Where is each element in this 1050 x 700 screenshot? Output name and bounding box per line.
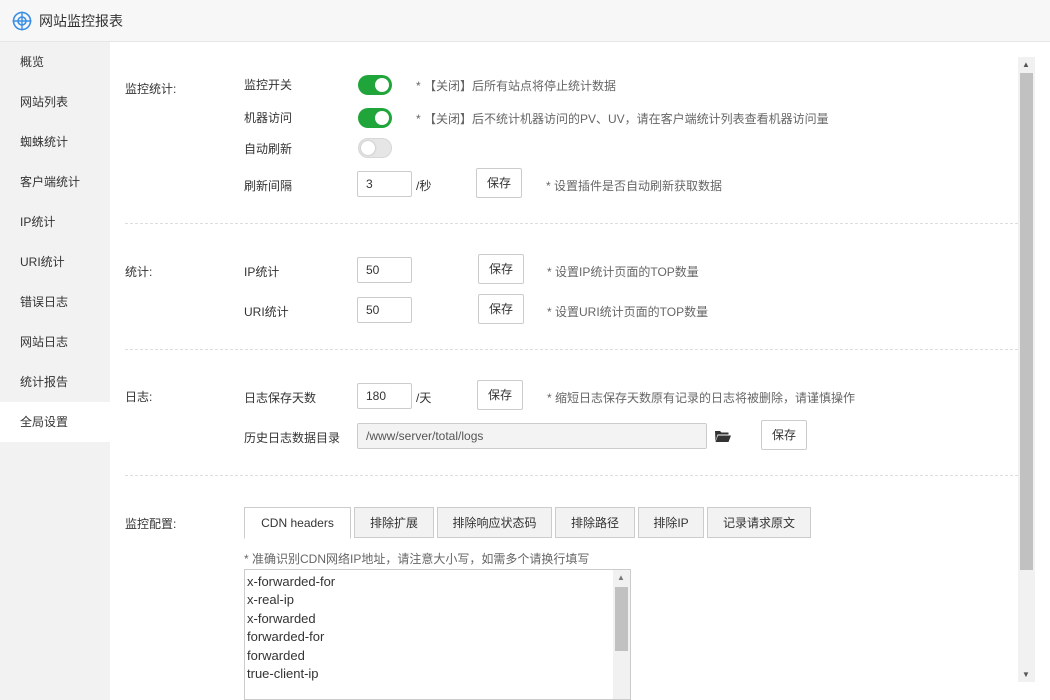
ip-top-input[interactable]: 50 — [357, 257, 412, 283]
textarea-line: forwarded — [247, 647, 305, 663]
log-days-save-button[interactable]: 保存 — [477, 380, 523, 410]
config-section-label: 监控配置: — [125, 517, 177, 531]
tab-cdn-headers[interactable]: CDN headers — [244, 507, 351, 539]
textarea-line: true-client-ip — [247, 666, 319, 682]
tab-exclude-status[interactable]: 排除响应状态码 — [437, 507, 552, 538]
tab-record-request[interactable]: 记录请求原文 — [707, 507, 811, 538]
sidebar-item-spider-stats[interactable]: 蜘蛛统计 — [0, 122, 110, 162]
textarea-line: x-forwarded — [247, 610, 316, 626]
section-divider — [125, 349, 1018, 350]
log-dir-label: 历史日志数据目录 — [244, 431, 341, 445]
refresh-interval-hint: * 设置插件是否自动刷新获取数据 — [546, 179, 723, 193]
tab-exclude-ext[interactable]: 排除扩展 — [354, 507, 434, 538]
uri-top-save-button[interactable]: 保存 — [478, 294, 524, 324]
textarea-line: x-forwarded-for — [247, 574, 336, 589]
sidebar-item-error-log[interactable]: 错误日志 — [0, 282, 110, 322]
monitor-section-label: 监控统计: — [125, 82, 177, 96]
textarea-scrollbar[interactable]: ▲ — [613, 570, 630, 699]
scroll-down-arrow-icon[interactable]: ▼ — [1022, 670, 1030, 679]
refresh-interval-unit: /秒 — [416, 179, 432, 193]
log-days-unit: /天 — [416, 391, 432, 405]
monitor-logo-icon — [12, 11, 32, 30]
logs-section-label: 日志: — [125, 390, 153, 404]
scroll-up-arrow-icon[interactable]: ▲ — [617, 573, 625, 582]
sidebar-item-global-settings[interactable]: 全局设置 — [0, 402, 110, 442]
title-bar: 网站监控报表 — [0, 0, 1050, 42]
ip-top-hint: * 设置IP统计页面的TOP数量 — [547, 265, 699, 279]
auto-refresh-label: 自动刷新 — [244, 142, 293, 156]
section-divider — [125, 223, 1018, 224]
cdn-headers-hint: * 准确识别CDN网络IP地址，请注意大小写，如需多个请换行填写 — [244, 552, 590, 566]
cdn-headers-text: x-forwarded-for x-real-ip x-forwarded fo… — [247, 573, 335, 683]
scroll-up-arrow-icon[interactable]: ▲ — [1022, 60, 1030, 69]
window-title: 网站监控报表 — [39, 12, 123, 29]
monitor-switch-toggle[interactable] — [358, 75, 392, 95]
main-scroll-thumb[interactable] — [1020, 73, 1033, 570]
log-dir-save-button[interactable]: 保存 — [761, 420, 807, 450]
folder-open-icon[interactable] — [715, 430, 731, 442]
monitor-switch-hint: * 【关闭】后所有站点将停止统计数据 — [416, 79, 617, 93]
auto-refresh-toggle[interactable] — [358, 138, 392, 158]
log-days-hint: * 缩短日志保存天数原有记录的日志将被删除，请谨慎操作 — [547, 391, 856, 405]
tab-exclude-path[interactable]: 排除路径 — [555, 507, 635, 538]
toggle-knob — [375, 111, 389, 125]
ip-top-save-button[interactable]: 保存 — [478, 254, 524, 284]
log-days-label: 日志保存天数 — [244, 391, 317, 405]
settings-panel: 监控统计: 监控开关 * 【关闭】后所有站点将停止统计数据 机器访问 * 【关闭… — [110, 42, 1050, 700]
toggle-knob — [375, 78, 389, 92]
sidebar-item-report[interactable]: 统计报告 — [0, 362, 110, 402]
cdn-headers-textarea[interactable]: x-forwarded-for x-real-ip x-forwarded fo… — [244, 569, 631, 700]
main-scrollbar[interactable]: ▲ ▼ — [1018, 57, 1035, 682]
robot-access-label: 机器访问 — [244, 111, 293, 125]
robot-access-toggle[interactable] — [358, 108, 392, 128]
uri-top-label: URI统计 — [244, 305, 289, 319]
sidebar-item-site-log[interactable]: 网站日志 — [0, 322, 110, 362]
sidebar: 概览 网站列表 蜘蛛统计 客户端统计 IP统计 URI统计 错误日志 网站日志 … — [0, 42, 110, 700]
uri-top-input[interactable]: 50 — [357, 297, 412, 323]
ip-top-label: IP统计 — [244, 265, 280, 279]
stats-section-label: 统计: — [125, 265, 153, 279]
sidebar-item-ip-stats[interactable]: IP统计 — [0, 202, 110, 242]
refresh-interval-save-button[interactable]: 保存 — [476, 168, 522, 198]
robot-access-hint: * 【关闭】后不统计机器访问的PV、UV，请在客户端统计列表查看机器访问量 — [416, 112, 829, 126]
log-dir-input[interactable]: /www/server/total/logs — [357, 423, 707, 449]
section-divider — [125, 475, 1018, 476]
uri-top-hint: * 设置URI统计页面的TOP数量 — [547, 305, 709, 319]
toggle-knob — [361, 141, 375, 155]
tab-exclude-ip[interactable]: 排除IP — [638, 507, 704, 538]
refresh-interval-input[interactable]: 3 — [357, 171, 412, 197]
textarea-line: x-real-ip — [247, 592, 294, 608]
sidebar-item-uri-stats[interactable]: URI统计 — [0, 242, 110, 282]
refresh-interval-label: 刷新间隔 — [244, 179, 293, 193]
sidebar-item-site-list[interactable]: 网站列表 — [0, 82, 110, 122]
textarea-line: forwarded-for — [247, 629, 325, 645]
sidebar-item-overview[interactable]: 概览 — [0, 42, 110, 82]
monitor-switch-label: 监控开关 — [244, 78, 293, 92]
sidebar-item-client-stats[interactable]: 客户端统计 — [0, 162, 110, 202]
textarea-scroll-thumb[interactable] — [615, 587, 628, 651]
log-days-input[interactable]: 180 — [357, 383, 412, 409]
